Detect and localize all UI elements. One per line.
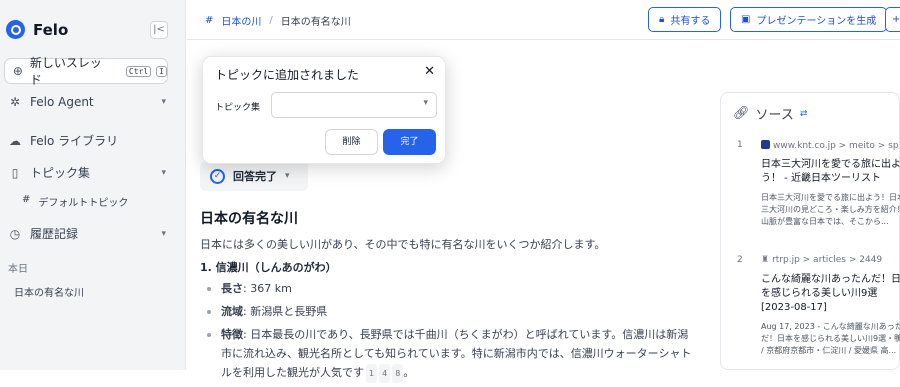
presentation-icon: ▣ [741, 14, 751, 25]
check-circle-icon: ✓ [210, 168, 225, 184]
sidebar-subitem-default-topic[interactable]: # デフォルトトピック [22, 194, 128, 209]
source-number: 2 [737, 255, 743, 265]
sources-title: ソース [755, 108, 794, 123]
link-icon: 🔗︎ [733, 106, 750, 121]
fact-list: 長さ: 367 km 流域: 新潟県と長野県 特徴: 日本最長の川であり、長野県… [207, 279, 697, 387]
fact-key: 長さ [221, 282, 243, 295]
add-to-topic-popup: トピックに追加されました ✕ トピック集 ▾ 削除 完了 [202, 56, 446, 164]
delete-button[interactable]: 削除 [325, 129, 378, 155]
breadcrumb-topic[interactable]: 日本の川 [221, 13, 261, 28]
river-title: 1. 信濃川（しんあのがわ） [200, 261, 337, 274]
logo-text: Felo [33, 20, 69, 39]
share-label: 共有する [670, 16, 711, 27]
sidebar-item-felo-agent[interactable]: ✲ Felo Agent ▾ [8, 95, 166, 109]
sources-panel: 🔗︎ ソース ⇄ 1 www.knt.co.jp > meito > sp 日本… [720, 92, 900, 370]
plus-icon: + [892, 14, 900, 25]
close-icon[interactable]: ✕ [424, 64, 435, 79]
list-item: 特徴: 日本最長の川であり、長野県では千曲川（ちくまがわ）と呼ばれています。信濃… [207, 325, 697, 383]
source-url-text: rtrp.jp > articles > 2449 [772, 255, 883, 265]
sidebar-item-label: Felo Agent [30, 95, 94, 109]
share-button[interactable]: 🔒︎ 共有する [648, 7, 722, 32]
fact-value: : 新潟県と長野県 [243, 305, 328, 318]
fact-value: : 367 km [243, 282, 292, 295]
shortcut-key-ctrl: Ctrl [125, 65, 152, 77]
chevron-down-icon: ▾ [161, 167, 166, 178]
top-header: # 日本の川 / 日本の有名な川 🔒︎ 共有する ▣ プレゼンテーションを生成 … [187, 0, 900, 40]
source-url-text: www.knt.co.jp > meito > sp [773, 141, 899, 151]
lock-icon: 🔒︎ [659, 14, 665, 25]
source-title: こんな綺麗な川あったんだ！日本を感じられる美しい川9選 [2023-08-17] [761, 274, 900, 313]
chevron-down-icon: ▾ [161, 228, 166, 239]
source-title: 日本三大河川を愛でる旅に出よう！ - 近畿日本ツーリスト [761, 159, 900, 184]
source-description: 日本三大河川を愛でる旅に出よう！日本三大河川の見どころ・楽しみ方を紹介！山脈が豊… [761, 193, 900, 226]
cloud-upload-icon: ☁ [9, 133, 21, 148]
topic-select[interactable]: ▾ [271, 92, 437, 118]
agent-icon: ✲ [9, 95, 21, 109]
fact-value: : 日本最長の川であり、長野県では千曲川（ちくまがわ）と呼ばれています。信濃川は… [221, 328, 692, 379]
shortcut-key-i: I [156, 65, 167, 77]
answer-status-toggle[interactable]: ✓ 回答完了 ▾ [200, 161, 308, 191]
citation-badge[interactable]: 8 [392, 364, 404, 383]
chevron-down-icon: ▾ [423, 98, 428, 108]
list-item: 長さ: 367 km [207, 279, 697, 298]
new-thread-label: 新しいスレッド [29, 56, 102, 87]
chevron-down-icon: ▾ [161, 97, 166, 107]
history-section-label: 本日 [8, 264, 28, 275]
sidebar-item-topics[interactable]: ▯ トピック集 ▾ [8, 164, 166, 181]
sidebar-item-label: Felo ライブラリ [30, 134, 119, 148]
sources-header: 🔗︎ ソース ⇄ [733, 104, 807, 123]
answer-intro: 日本には多くの美しい川があり、その中でも特に有名な川をいくつか紹介します。 [200, 238, 606, 251]
history-item[interactable]: 日本の有名な川 [14, 284, 84, 299]
generate-presentation-button[interactable]: ▣ プレゼンテーションを生成 [730, 7, 888, 32]
hash-icon: # [205, 15, 214, 26]
source-item[interactable]: 2 ♜ rtrp.jp > articles > 2449 こんな綺麗な川あったん… [737, 255, 900, 371]
subitem-label: デフォルトトピック [38, 198, 129, 209]
citation-badge[interactable]: 4 [379, 364, 391, 383]
favicon-icon [761, 140, 770, 149]
hash-icon: # [22, 194, 31, 205]
more-button[interactable]: + [885, 7, 900, 32]
sidebar-item-label: トピック集 [30, 166, 91, 180]
list-item: 流域: 新潟県と長野県 [207, 302, 697, 321]
citation-badge[interactable]: 1 [366, 364, 378, 383]
sidebar-item-label: 履歴記録 [30, 227, 79, 241]
popup-title: トピックに追加されました [215, 68, 360, 82]
done-button[interactable]: 完了 [383, 129, 436, 155]
breadcrumb-separator: / [269, 15, 273, 26]
source-number: 1 [737, 140, 743, 150]
felo-logo-icon [6, 20, 25, 39]
translate-icon[interactable]: ⇄ [800, 109, 808, 119]
breadcrumb: # 日本の川 / 日本の有名な川 [205, 13, 351, 28]
source-item[interactable]: 1 www.knt.co.jp > meito > sp 日本三大河川を愛でる旅… [737, 140, 900, 250]
topic-select-label: トピック集 [215, 103, 261, 113]
new-thread-button[interactable]: ⊕ 新しいスレッド Ctrl I [4, 56, 168, 87]
answer-heading: 日本の有名な川 [200, 211, 298, 227]
logo[interactable]: Felo [6, 20, 68, 39]
history-icon: ◷ [9, 226, 21, 241]
sidebar-item-history[interactable]: ◷ 履歴記録 ▾ [8, 225, 166, 242]
sidebar: Felo |< ⊕ 新しいスレッド Ctrl I ✲ Felo Agent ▾ … [0, 0, 186, 370]
source-url: www.knt.co.jp > meito > sp [761, 140, 899, 151]
fact-key: 流域 [221, 305, 243, 318]
favicon-icon: ♜ [761, 255, 770, 265]
source-url: ♜ rtrp.jp > articles > 2449 [761, 255, 882, 265]
presentation-label: プレゼンテーションを生成 [756, 16, 877, 27]
fact-key: 特徴 [221, 328, 243, 341]
bookmark-icon: ▯ [11, 165, 19, 180]
plus-circle-icon: ⊕ [12, 64, 23, 78]
status-label: 回答完了 [233, 170, 277, 183]
sidebar-item-library[interactable]: ☁ Felo ライブラリ [8, 132, 166, 149]
collapse-sidebar-button[interactable]: |< [150, 21, 168, 39]
source-description: Aug 17, 2023 - こんな綺麗な川あったんだ！日本を感じられる美しい川… [761, 322, 900, 355]
breadcrumb-current: 日本の有名な川 [280, 17, 351, 28]
chevron-down-icon: ▾ [285, 171, 290, 181]
